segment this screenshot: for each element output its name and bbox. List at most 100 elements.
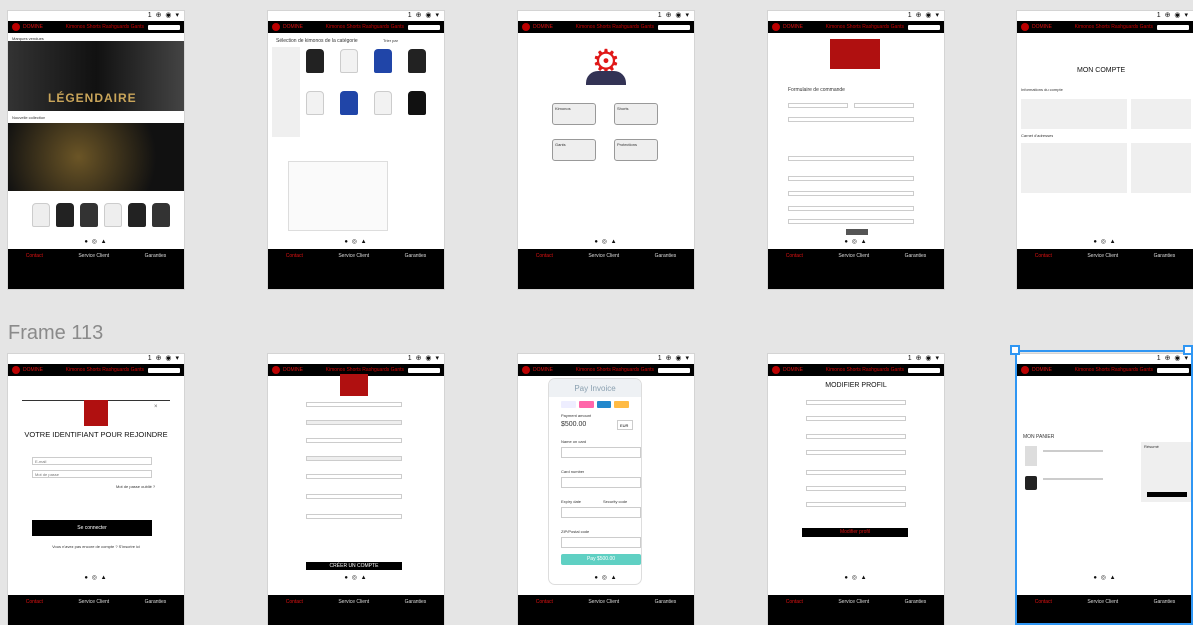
- edit-profile-button[interactable]: Modifier profil: [802, 528, 908, 537]
- footer-link-service[interactable]: Service Client: [838, 599, 869, 625]
- nav-menu[interactable]: Kimonos Shorts Rashguards Gants: [66, 367, 144, 373]
- nav-menu[interactable]: Kimonos Shorts Rashguards Gants: [576, 24, 654, 30]
- product-card[interactable]: [408, 91, 426, 115]
- resize-handle[interactable]: [1183, 345, 1193, 355]
- form-field[interactable]: [788, 176, 914, 181]
- search-input[interactable]: [908, 24, 940, 30]
- search-input[interactable]: [148, 367, 180, 373]
- footer-link-contact[interactable]: Contact: [536, 253, 553, 289]
- nav-menu[interactable]: Kimonos Shorts Rashguards Gants: [66, 24, 144, 30]
- signup-link[interactable]: Vous n'avez pas encore de compte ? S'ins…: [8, 544, 184, 549]
- form-field[interactable]: [306, 456, 402, 461]
- footer-link-service[interactable]: Service Client: [338, 253, 369, 289]
- frame-register[interactable]: 1 ⊕ ◉ ▾ DOMINE Kimonos Shorts Rashguards…: [268, 354, 444, 625]
- email-field[interactable]: [32, 457, 152, 465]
- product-thumb[interactable]: [32, 203, 50, 227]
- footer-link-contact[interactable]: Contact: [26, 253, 43, 289]
- product-thumb[interactable]: [104, 203, 122, 227]
- search-input[interactable]: [148, 24, 180, 30]
- footer-link-contact[interactable]: Contact: [786, 253, 803, 289]
- search-input[interactable]: [658, 367, 690, 373]
- nav-menu[interactable]: Kimonos Shorts Rashguards Gants: [326, 24, 404, 30]
- footer-link-contact[interactable]: Contact: [786, 599, 803, 625]
- social-icons[interactable]: ● ◎ ▲: [8, 574, 184, 581]
- footer-link-garanties[interactable]: Garanties: [405, 253, 427, 289]
- footer-link-contact[interactable]: Contact: [536, 599, 553, 625]
- frame-account[interactable]: 1 ⊕ ◉ ▾ DOMINE Kimonos Shorts Rashguards…: [1017, 11, 1193, 289]
- product-thumb[interactable]: [80, 203, 98, 227]
- pay-button[interactable]: Pay $500.00: [561, 554, 641, 565]
- footer-link-contact[interactable]: Contact: [286, 253, 303, 289]
- product-card[interactable]: [408, 49, 426, 73]
- product-card[interactable]: [374, 49, 392, 73]
- product-thumb[interactable]: [128, 203, 146, 227]
- footer-link-contact[interactable]: Contact: [26, 599, 43, 625]
- menu-button[interactable]: Gants: [552, 139, 596, 161]
- zip-input[interactable]: [561, 537, 641, 548]
- social-icons[interactable]: ● ◎ ▲: [768, 238, 944, 245]
- form-field[interactable]: [306, 402, 402, 407]
- close-icon[interactable]: ×: [154, 404, 158, 410]
- product-thumb[interactable]: [152, 203, 170, 227]
- footer-link-garanties[interactable]: Garanties: [655, 599, 677, 625]
- social-icons[interactable]: ● ◎ ▲: [518, 238, 694, 245]
- create-account-button[interactable]: CRÉER UN COMPTE: [306, 562, 402, 570]
- name-on-card-input[interactable]: [561, 447, 641, 458]
- menu-button[interactable]: Protections: [614, 139, 658, 161]
- frame-invoice[interactable]: 1 ⊕ ◉ ▾ DOMINE Kimonos Shorts Rashguards…: [518, 354, 694, 625]
- footer-link-garanties[interactable]: Garanties: [145, 253, 167, 289]
- search-input[interactable]: [908, 367, 940, 373]
- form-field[interactable]: [788, 206, 914, 211]
- social-icons[interactable]: ● ◎ ▲: [8, 238, 184, 245]
- password-field[interactable]: [32, 470, 152, 478]
- footer-link-garanties[interactable]: Garanties: [655, 253, 677, 289]
- hero-banner[interactable]: LÉGENDAIRE: [8, 41, 184, 111]
- form-field[interactable]: [788, 117, 914, 122]
- frame-order[interactable]: 1 ⊕ ◉ ▾ DOMINE Kimonos Shorts Rashguards…: [768, 11, 944, 289]
- product-banner[interactable]: [8, 123, 184, 191]
- footer-link-service[interactable]: Service Client: [838, 253, 869, 289]
- frame-menu[interactable]: 1 ⊕ ◉ ▾ DOMINE Kimonos Shorts Rashguards…: [518, 11, 694, 289]
- currency-select[interactable]: EUR: [617, 420, 633, 430]
- footer-link-service[interactable]: Service Client: [588, 253, 619, 289]
- social-icons[interactable]: ● ◎ ▲: [518, 574, 694, 581]
- social-icons[interactable]: ● ◎ ▲: [268, 238, 444, 245]
- search-input[interactable]: [658, 24, 690, 30]
- nav-menu[interactable]: Kimonos Shorts Rashguards Gants: [826, 24, 904, 30]
- footer-link-service[interactable]: Service Client: [588, 599, 619, 625]
- card-number-input[interactable]: [561, 477, 641, 488]
- footer-link-service[interactable]: Service Client: [338, 599, 369, 625]
- nav-menu[interactable]: Kimonos Shorts Rashguards Gants: [1075, 24, 1153, 30]
- footer-link-service[interactable]: Service Client: [1087, 253, 1118, 289]
- nav-menu[interactable]: Kimonos Shorts Rashguards Gants: [326, 367, 404, 373]
- form-field[interactable]: [806, 470, 906, 475]
- footer-link-service[interactable]: Service Client: [78, 599, 109, 625]
- frame-home[interactable]: 1 ⊕ ◉ ▾ DOMINE Kimonos Shorts Rashguards…: [8, 11, 184, 289]
- form-field[interactable]: [306, 474, 402, 479]
- product-card[interactable]: [374, 91, 392, 115]
- nav-menu[interactable]: Kimonos Shorts Rashguards Gants: [576, 367, 654, 373]
- form-field[interactable]: [806, 450, 906, 455]
- forgot-password-link[interactable]: Mot de passe oublié ?: [116, 484, 155, 489]
- product-card[interactable]: [340, 91, 358, 115]
- footer-link-service[interactable]: Service Client: [78, 253, 109, 289]
- form-field[interactable]: [788, 219, 914, 224]
- footer-link-garanties[interactable]: Garanties: [405, 599, 427, 625]
- product-card[interactable]: [306, 91, 324, 115]
- form-field[interactable]: [306, 438, 402, 443]
- form-field[interactable]: [806, 502, 906, 507]
- footer-link-contact[interactable]: Contact: [286, 599, 303, 625]
- menu-button[interactable]: Shorts: [614, 103, 658, 125]
- menu-button[interactable]: Kimonos: [552, 103, 596, 125]
- resize-handle[interactable]: [1010, 345, 1020, 355]
- social-icons[interactable]: ● ◎ ▲: [1017, 238, 1193, 245]
- filter-panel[interactable]: [272, 47, 300, 137]
- form-field[interactable]: [806, 434, 906, 439]
- search-input[interactable]: [408, 367, 440, 373]
- frame-profile[interactable]: 1 ⊕ ◉ ▾ DOMINE Kimonos Shorts Rashguards…: [768, 354, 944, 625]
- search-input[interactable]: [1157, 24, 1189, 30]
- form-field[interactable]: [788, 191, 914, 196]
- submit-button[interactable]: [846, 229, 868, 235]
- product-card[interactable]: [306, 49, 324, 73]
- frame-catalog[interactable]: 1 ⊕ ◉ ▾ DOMINE Kimonos Shorts Rashguards…: [268, 11, 444, 289]
